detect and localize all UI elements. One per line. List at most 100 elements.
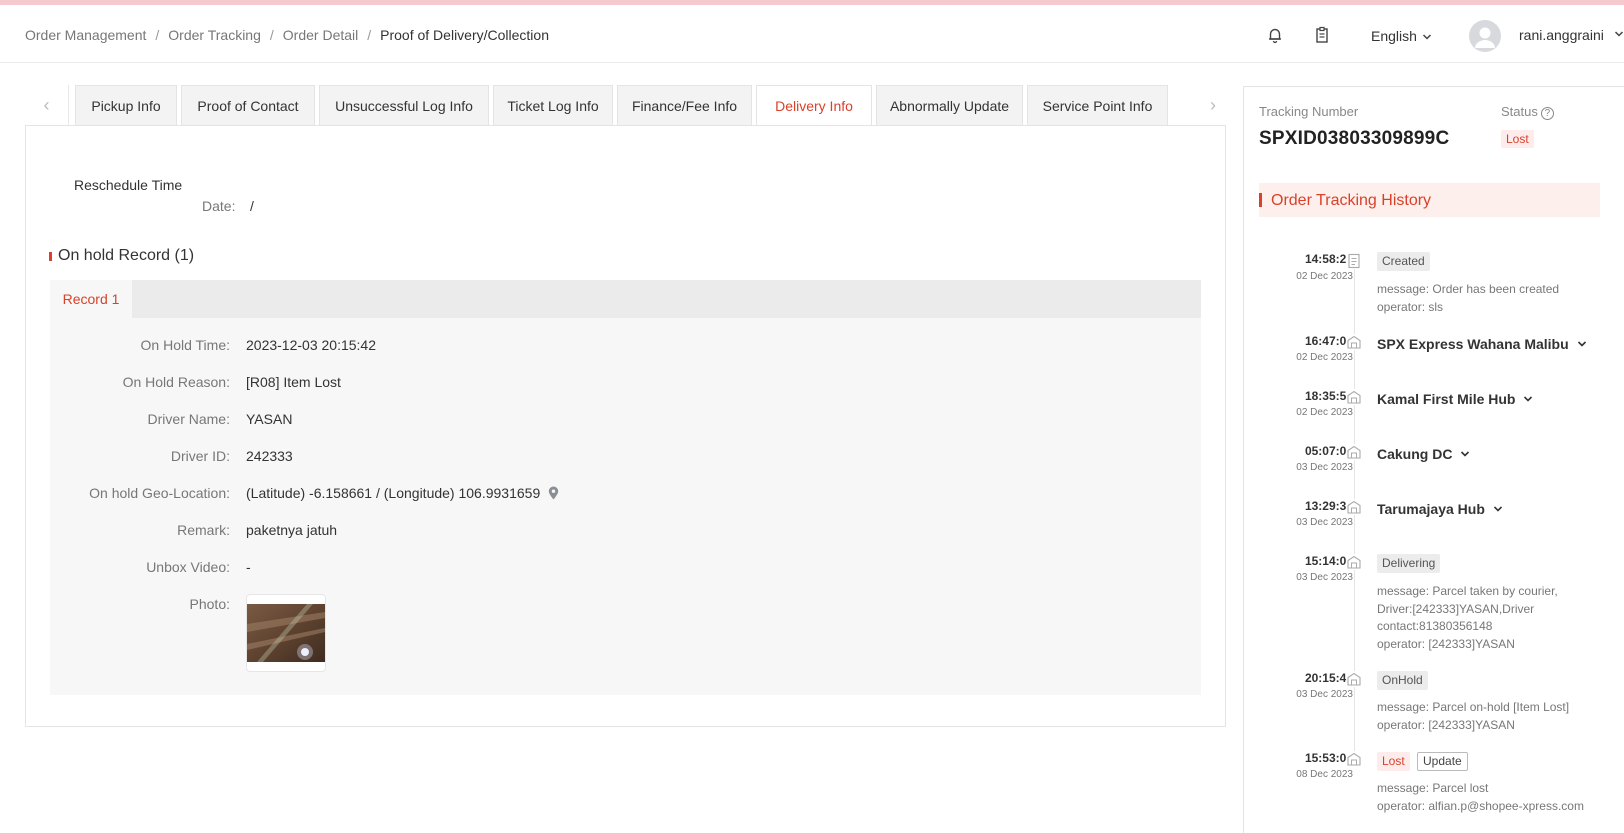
reschedule-date-label: Date: [202, 198, 236, 214]
tab-proof-of-contact[interactable]: Proof of Contact [181, 85, 315, 126]
warehouse-icon [1346, 554, 1362, 570]
map-pin-icon[interactable] [548, 486, 559, 503]
field-label: On hold Geo-Location: [89, 485, 230, 501]
event-date: 03 Dec 2023 [1296, 689, 1353, 700]
geo-location-row: (Latitude) -6.158661 / (Longitude) 106.9… [246, 485, 559, 503]
warehouse-icon [1346, 334, 1362, 350]
warehouse-icon [1346, 499, 1362, 515]
driver-id-value: 242333 [246, 448, 293, 464]
event-location-toggle[interactable]: Cakung DC [1377, 445, 1470, 462]
tab-finance-fee-info[interactable]: Finance/Fee Info [617, 85, 752, 126]
field-label: Driver ID: [170, 448, 230, 464]
record-tab-1[interactable]: Record 1 [50, 280, 132, 318]
field-label: Photo: [189, 596, 230, 612]
breadcrumb-separator: / [269, 27, 274, 43]
language-selector[interactable]: English [1371, 28, 1432, 44]
on-hold-reason-value: [R08] Item Lost [246, 374, 341, 390]
onhold-record-title: On hold Record (1) [58, 247, 195, 264]
clipboard-icon[interactable] [1312, 25, 1332, 45]
warehouse-icon [1346, 389, 1362, 405]
event-badge-onhold: OnHold [1377, 671, 1428, 690]
language-label: English [1371, 28, 1417, 44]
warehouse-icon [1346, 444, 1362, 460]
username[interactable]: rani.anggraini [1519, 27, 1604, 43]
event-time: 15:14:07 [1304, 554, 1353, 568]
event-location-toggle[interactable]: Tarumajaya Hub [1377, 500, 1503, 517]
event-time: 13:29:32 [1304, 499, 1353, 513]
event-time: 05:07:03 [1304, 444, 1353, 458]
section-accent [1259, 193, 1262, 207]
event-date: 03 Dec 2023 [1296, 517, 1353, 528]
breadcrumb-current: Proof of Delivery/Collection [380, 27, 549, 43]
event-message: message: Order has been created [1377, 282, 1560, 296]
status-label: Status [1501, 104, 1538, 119]
field-label: Unbox Video: [146, 559, 230, 575]
status-label-wrap: Status? [1501, 104, 1554, 120]
help-icon[interactable]: ? [1540, 107, 1554, 120]
status-badge: Lost [1501, 130, 1534, 148]
event-date: 02 Dec 2023 [1296, 407, 1353, 418]
event-date: 03 Dec 2023 [1296, 462, 1353, 473]
tab-pickup-info[interactable]: Pickup Info [75, 85, 177, 126]
event-message: message: Parcel lost [1377, 781, 1489, 795]
unbox-video-value: - [246, 559, 251, 575]
event-operator: operator: alfian.p@shopee-xpress.com [1377, 799, 1584, 813]
chevron-down-icon [1422, 28, 1432, 44]
geo-location-value: (Latitude) -6.158661 / (Longitude) 106.9… [246, 485, 541, 501]
breadcrumb-separator: / [155, 27, 160, 43]
event-badge-created: Created [1377, 252, 1430, 271]
field-label: Remark: [177, 522, 230, 538]
event-date: 02 Dec 2023 [1296, 352, 1353, 363]
remark-value: paketnya jatuh [246, 522, 338, 538]
tab-ticket-log-info[interactable]: Ticket Log Info [493, 85, 613, 126]
user-menu-chevron-icon[interactable] [1614, 29, 1624, 41]
event-location: Kamal First Mile Hub [1377, 391, 1516, 407]
event-location-toggle[interactable]: Kamal First Mile Hub [1377, 390, 1533, 407]
chevron-down-icon [1577, 335, 1587, 351]
tab-abnormally-update[interactable]: Abnormally Update [876, 85, 1023, 126]
breadcrumb-separator: / [367, 27, 372, 43]
tracking-number-value: SPXID03803309899C [1259, 128, 1450, 149]
event-time: 15:53:09 [1304, 751, 1353, 765]
event-badge-lost: Lost [1377, 752, 1410, 771]
breadcrumb: Order Management / Order Tracking / Order De… [25, 27, 549, 43]
photo-thumbnail[interactable] [247, 604, 325, 662]
record-tabs-bar [50, 280, 1201, 318]
chevron-down-icon [1460, 445, 1470, 461]
tabs-bar: ‹ Pickup Info Proof of Contact Unsuccess… [25, 85, 1226, 127]
document-icon [1346, 253, 1362, 269]
event-time: 18:35:56 [1304, 389, 1353, 403]
event-operator: operator: [242333]YASAN [1377, 718, 1515, 732]
event-location: SPX Express Wahana Malibu [1377, 336, 1569, 352]
driver-name-value: YASAN [246, 411, 293, 427]
field-label: Driver Name: [147, 411, 230, 427]
event-location: Tarumajaya Hub [1377, 501, 1485, 517]
breadcrumb-order-management[interactable]: Order Management [25, 27, 146, 43]
field-label: On Hold Time: [140, 337, 230, 353]
breadcrumb-order-detail[interactable]: Order Detail [283, 27, 358, 43]
event-location-toggle[interactable]: SPX Express Wahana Malibu [1377, 335, 1587, 352]
event-time: 20:15:42 [1304, 671, 1353, 685]
tab-delivery-info[interactable]: Delivery Info [756, 85, 872, 127]
field-label: On Hold Reason: [122, 374, 230, 390]
avatar[interactable] [1469, 20, 1501, 52]
bell-icon[interactable] [1265, 25, 1285, 45]
tab-unsuccessful-log-info[interactable]: Unsuccessful Log Info [319, 85, 489, 126]
event-time: 14:58:26 [1304, 252, 1353, 266]
on-hold-time-value: 2023-12-03 20:15:42 [246, 337, 376, 353]
reschedule-date-value: / [250, 198, 254, 214]
chevron-down-icon [1493, 500, 1503, 516]
breadcrumb-order-tracking[interactable]: Order Tracking [168, 27, 261, 43]
event-date: 03 Dec 2023 [1296, 572, 1353, 583]
top-header: Order Management / Order Tracking / Order De… [0, 5, 1624, 63]
event-date: 02 Dec 2023 [1296, 271, 1353, 282]
update-badge[interactable]: Update [1417, 752, 1468, 771]
tab-scroll-left-icon[interactable]: ‹ [25, 85, 69, 126]
tab-scroll-right-icon[interactable]: › [1200, 85, 1226, 126]
event-time: 16:47:03 [1304, 334, 1353, 348]
tab-service-point-info[interactable]: Service Point Info [1027, 85, 1168, 126]
event-location: Cakung DC [1377, 446, 1453, 462]
chevron-down-icon [1523, 390, 1533, 406]
event-operator: operator: sls [1377, 300, 1444, 314]
event-message: message: Parcel on-hold [Item Lost] [1377, 700, 1570, 714]
